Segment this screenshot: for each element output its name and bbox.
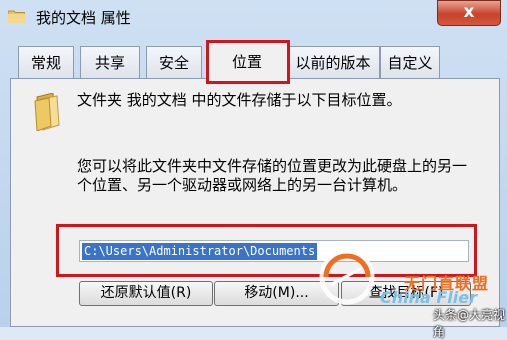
restore-default-button[interactable]: 还原默认值(R) — [79, 281, 213, 306]
location-description: 文件夹 我的文档 中的文件存储于以下目标位置。 — [77, 91, 402, 109]
watermark-brand-en: China Flier — [380, 288, 478, 307]
tab-previous-versions[interactable]: 以前的版本 — [286, 46, 380, 79]
close-button[interactable]: x — [437, 0, 501, 26]
tab-security[interactable]: 安全 — [146, 46, 202, 79]
close-icon: x — [463, 2, 475, 22]
folder-icon — [34, 93, 60, 131]
watermark-logo-icon — [319, 249, 375, 305]
window-title: 我的文档 属性 — [36, 9, 131, 27]
tab-sharing[interactable]: 共享 — [80, 46, 140, 79]
tab-customize[interactable]: 自定义 — [380, 46, 440, 79]
folder-icon — [8, 10, 25, 23]
location-tab-highlight — [206, 40, 290, 84]
title-bar: 我的文档 属性 x — [0, 0, 507, 34]
watermark-author: 头条@大亮视角 — [433, 308, 506, 339]
tab-general[interactable]: 常规 — [18, 46, 74, 79]
location-info: 您可以将此文件夹中文件存储的位置更改为此硬盘上的另一个位置、另一个驱动器或网络上… — [77, 157, 468, 194]
